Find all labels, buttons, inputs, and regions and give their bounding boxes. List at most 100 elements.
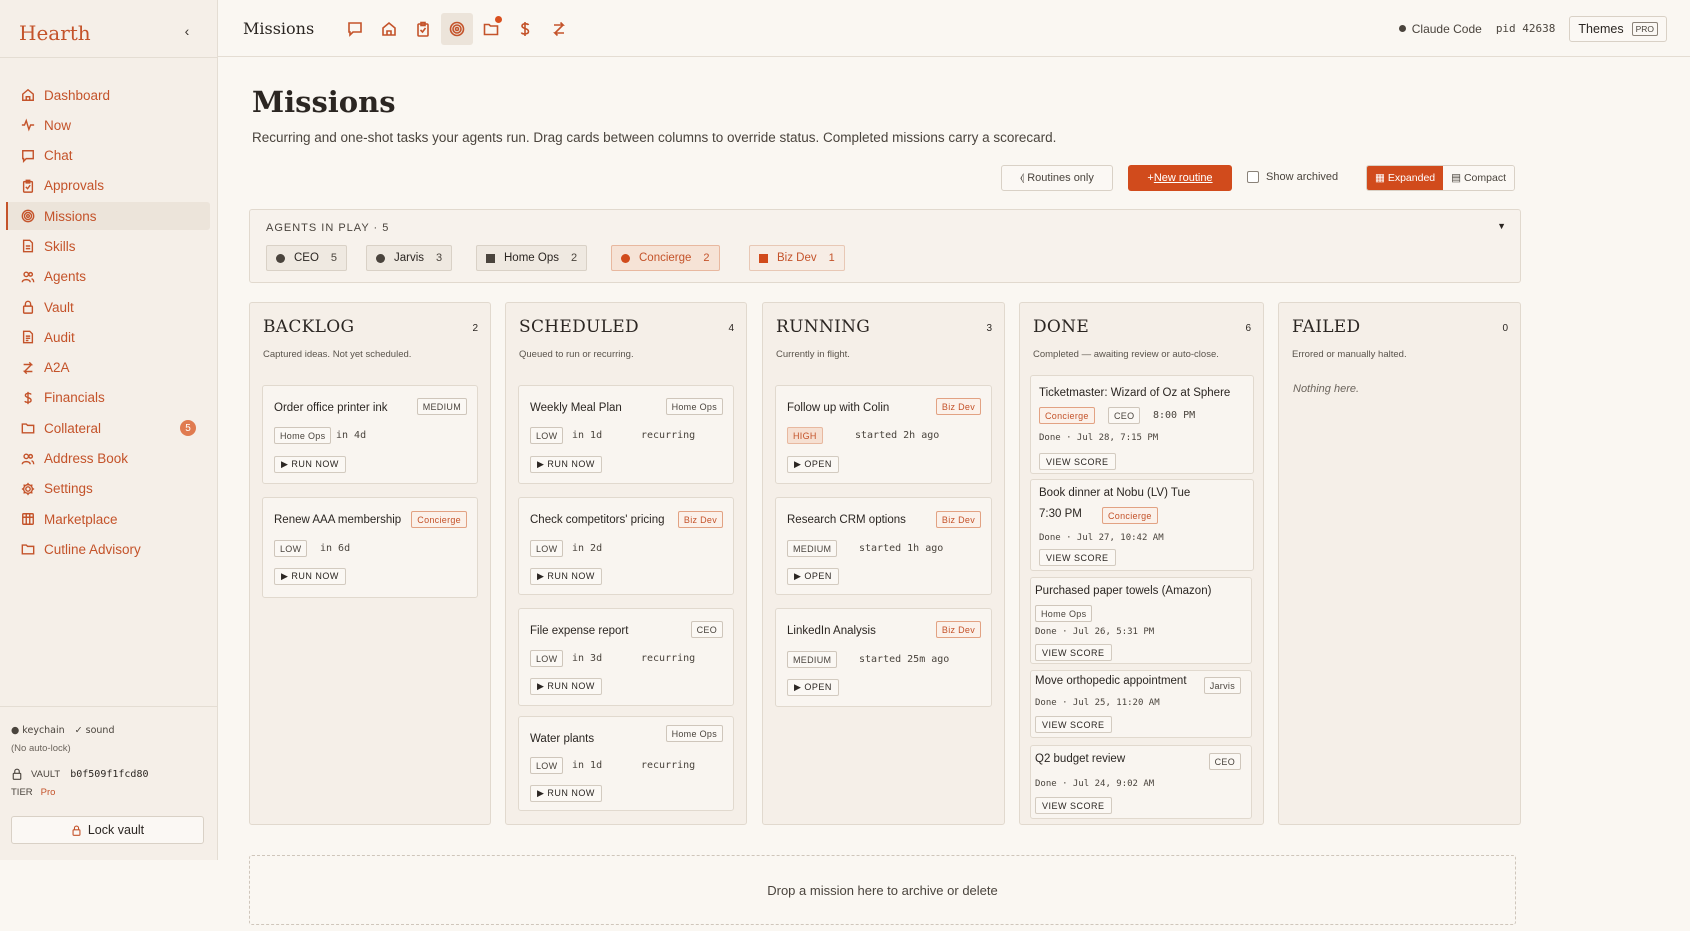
mission-card[interactable]: Water plants Home Ops LOW in 1d recurrin…: [518, 716, 734, 811]
pulse-icon: [21, 118, 35, 132]
collapse-agents-button[interactable]: ▼: [1497, 221, 1506, 231]
view-score-button[interactable]: VIEW SCORE: [1039, 549, 1116, 566]
agent-chip-ceo[interactable]: CEO 5: [266, 245, 348, 271]
show-archived-toggle[interactable]: Show archived: [1247, 171, 1338, 183]
mission-title-line: 7:30 PM: [1039, 508, 1082, 520]
run-now-button[interactable]: ▶ RUN NOW: [530, 678, 602, 695]
dollar-icon: [21, 391, 35, 405]
topbar-collateral-button[interactable]: [475, 13, 507, 45]
sidebar-item-now[interactable]: Now: [6, 111, 210, 139]
mission-card[interactable]: Order office printer ink MEDIUM Home Ops…: [262, 385, 478, 484]
topbar-a2a-button[interactable]: [543, 13, 575, 45]
view-score-button[interactable]: VIEW SCORE: [1039, 453, 1116, 470]
sidebar-item-dashboard[interactable]: Dashboard: [6, 81, 210, 109]
sidebar-item-settings[interactable]: Settings: [6, 475, 210, 503]
mission-card[interactable]: Follow up with Colin Biz Dev HIGH starte…: [775, 385, 992, 484]
sidebar-item-audit[interactable]: Audit: [6, 323, 210, 351]
session-name: Claude Code: [1411, 21, 1482, 36]
sidebar-item-vault[interactable]: Vault: [6, 293, 210, 321]
open-button[interactable]: ▶ OPEN: [787, 568, 839, 585]
agent-count: 1: [828, 252, 835, 264]
notification-dot: [495, 16, 502, 23]
view-score-button[interactable]: VIEW SCORE: [1035, 644, 1112, 661]
agent-count: 3: [436, 252, 443, 264]
archive-dropzone[interactable]: Drop a mission here to archive or delete: [249, 855, 1516, 925]
sidebar-item-marketplace[interactable]: Marketplace: [6, 505, 210, 533]
agent-tag: Concierge: [1102, 507, 1158, 524]
started-time: started 2h ago: [855, 430, 940, 441]
show-archived-checkbox[interactable]: [1247, 171, 1259, 183]
agent-chip-home-ops[interactable]: Home Ops 2: [476, 245, 588, 271]
agents-in-play-label: AGENTS IN PLAY · 5: [266, 222, 390, 234]
session-dot: [1398, 25, 1406, 32]
agent-tag: Concierge: [1039, 407, 1095, 424]
agent-tag: Biz Dev: [935, 621, 981, 638]
agent-chip-concierge[interactable]: Concierge 2: [611, 245, 720, 271]
run-now-button[interactable]: ▶ RUN NOW: [274, 568, 346, 585]
agent-chip-jarvis[interactable]: Jarvis 3: [366, 245, 453, 271]
mission-card[interactable]: Q2 budget review CEO Done · Jul 24, 9:02…: [1030, 745, 1252, 819]
sidebar-item-financials[interactable]: Financials: [6, 384, 210, 412]
mission-card[interactable]: Ticketmaster: Wizard of Oz at Sphere Con…: [1030, 375, 1254, 474]
sidebar-item-label: Approvals: [44, 178, 105, 194]
home-icon: [382, 21, 396, 36]
view-score-button[interactable]: VIEW SCORE: [1035, 716, 1112, 733]
column-count: 6: [1245, 323, 1251, 334]
dollar-icon: [520, 22, 530, 36]
open-button[interactable]: ▶ OPEN: [787, 456, 839, 473]
sidebar-item-cutline-advisory[interactable]: Cutline Advisory: [6, 535, 210, 563]
run-now-button[interactable]: ▶ RUN NOW: [530, 568, 602, 585]
mission-card[interactable]: LinkedIn Analysis Biz Dev MEDIUM started…: [775, 608, 992, 707]
sidebar-item-address-book[interactable]: Address Book: [6, 445, 210, 473]
mission-card[interactable]: Purchased paper towels (Amazon) Home Ops…: [1030, 577, 1252, 664]
mission-card[interactable]: Book dinner at Nobu (LV) Tue 7:30 PM Conc…: [1030, 479, 1254, 571]
themes-button[interactable]: Themes PRO: [1569, 15, 1667, 42]
sidebar-item-chat[interactable]: Chat: [6, 142, 210, 170]
mission-card[interactable]: Research CRM options Biz Dev MEDIUM star…: [775, 497, 992, 595]
open-button[interactable]: ▶ OPEN: [787, 679, 839, 696]
new-routine-label: New routine: [1153, 172, 1213, 184]
lock-icon: [12, 768, 22, 780]
topbar-missions-button[interactable]: [441, 13, 473, 45]
sidebar-item-approvals[interactable]: Approvals: [6, 172, 210, 200]
recurring-label: recurring: [641, 653, 696, 664]
mission-title: Ticketmaster: Wizard of Oz at Sphere: [1039, 387, 1231, 399]
agent-chip-biz-dev[interactable]: Biz Dev 1: [749, 245, 845, 271]
lock-vault-button[interactable]: Lock vault: [11, 816, 204, 844]
run-now-button[interactable]: ▶ RUN NOW: [274, 456, 346, 473]
expanded-view-button[interactable]: ▦ Expanded: [1367, 166, 1444, 190]
agent-tag: Biz Dev: [935, 398, 981, 415]
brand-logo[interactable]: Hearth: [19, 21, 91, 45]
sidebar-item-label: Cutline Advisory: [44, 541, 141, 557]
mission-card[interactable]: Weekly Meal Plan Home Ops LOW in 1d recu…: [518, 385, 734, 484]
due-time: in 6d: [320, 543, 351, 554]
topbar-home-button[interactable]: [373, 13, 405, 45]
new-routine-button[interactable]: + New routine: [1128, 165, 1232, 191]
mission-card[interactable]: Move orthopedic appointment Jarvis Done …: [1030, 670, 1252, 738]
run-now-button[interactable]: ▶ RUN NOW: [530, 785, 602, 802]
column-title: BACKLOG: [263, 317, 355, 337]
compact-view-button[interactable]: ▤ Compact: [1443, 166, 1514, 190]
topbar-chat-button[interactable]: [339, 13, 371, 45]
run-now-button[interactable]: ▶ RUN NOW: [530, 456, 602, 473]
sidebar-item-collateral[interactable]: Collateral 5: [6, 414, 210, 442]
target-icon: [449, 21, 465, 37]
mission-card[interactable]: Renew AAA membership Concierge LOW in 6d…: [262, 497, 478, 598]
clipboard-icon: [417, 21, 429, 37]
sidebar-item-agents[interactable]: Agents: [6, 263, 210, 291]
mission-card[interactable]: File expense report CEO LOW in 3d recurr…: [518, 608, 734, 706]
topbar-financials-button[interactable]: [509, 13, 541, 45]
sidebar-item-skills[interactable]: Skills: [6, 232, 210, 260]
collapse-sidebar-button[interactable]: ‹: [179, 23, 195, 41]
sidebar-item-a2a[interactable]: A2A: [6, 354, 210, 382]
routines-only-button[interactable]: ⦉ Routines only: [1001, 165, 1113, 191]
completed-time: Done · Jul 26, 5:31 PM: [1035, 627, 1155, 637]
sidebar: Hearth ‹ Dashboard Now Chat Approvals Mi…: [0, 0, 218, 860]
topbar-approvals-button[interactable]: [407, 13, 439, 45]
sidebar-item-label: A2A: [44, 360, 70, 376]
sidebar-item-missions[interactable]: Missions: [6, 202, 210, 231]
priority-badge: LOW: [530, 540, 564, 557]
mission-card[interactable]: Check competitors' pricing Biz Dev LOW i…: [518, 497, 734, 595]
home-icon: [21, 88, 35, 102]
view-score-button[interactable]: VIEW SCORE: [1035, 797, 1112, 814]
